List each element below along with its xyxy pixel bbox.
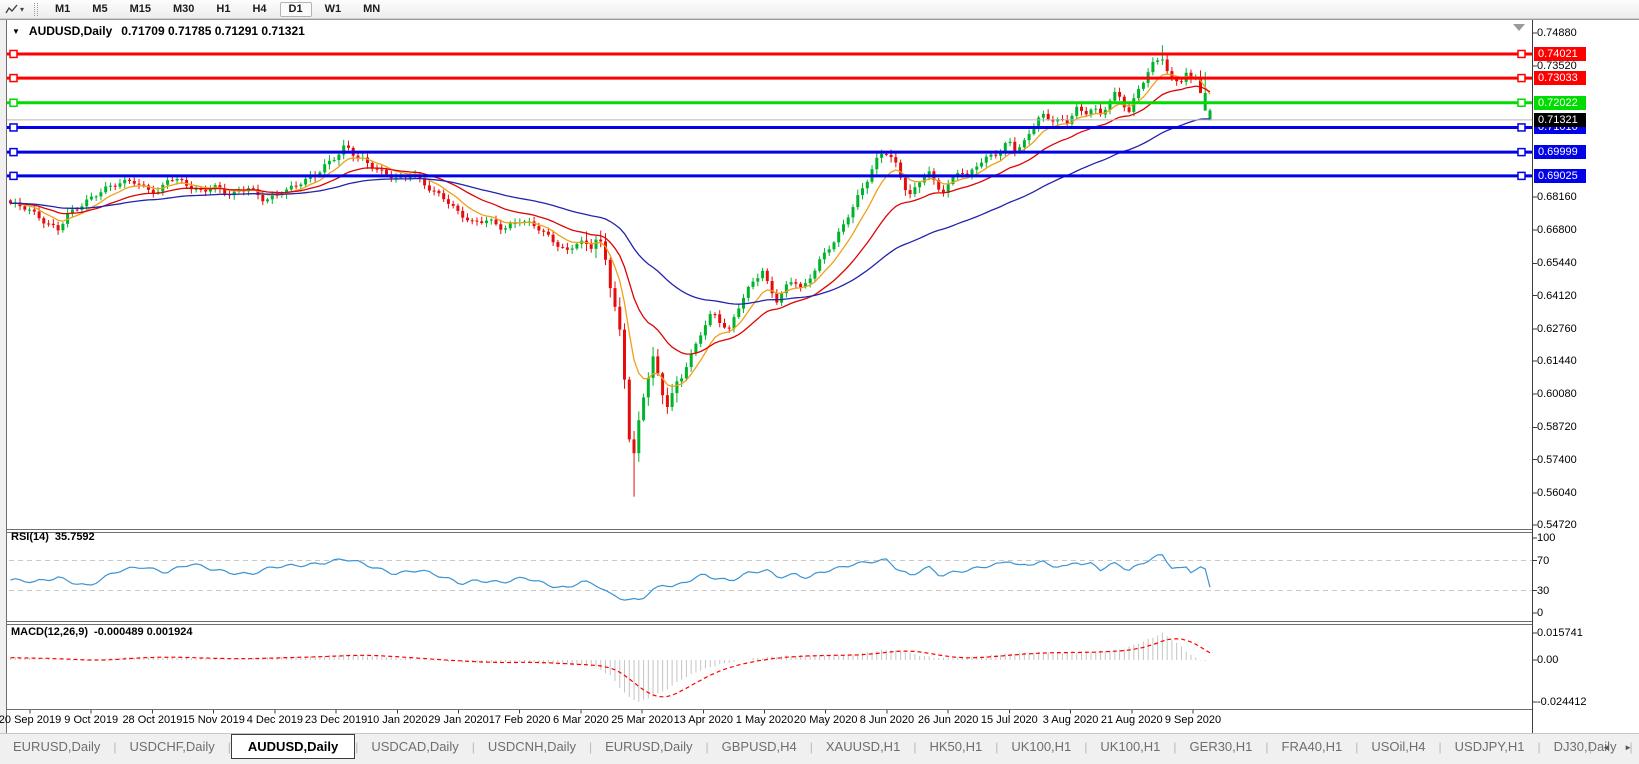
price-axis[interactable]: [1533, 21, 1639, 709]
tab-divider: |: [1589, 740, 1593, 754]
chart-tab[interactable]: EURUSD,Daily: [0, 735, 113, 759]
chart-tab[interactable]: USDJPY,H1: [1442, 735, 1538, 759]
toolbar-grip[interactable]: [34, 2, 39, 16]
chart-tab[interactable]: HK50,H1: [916, 735, 995, 759]
timeframe-button-m5[interactable]: M5: [83, 2, 116, 17]
tab-scroll-right-button[interactable]: ►: [1620, 741, 1636, 754]
chart-tab[interactable]: FRA40,H1: [1269, 735, 1356, 759]
chart-tab-active[interactable]: AUDUSD,Daily: [230, 733, 356, 759]
tab-scroll-left-button[interactable]: ◄: [1598, 741, 1614, 754]
timeframe-button-h1[interactable]: H1: [207, 2, 239, 17]
chart-tab[interactable]: USDCAD,Daily: [358, 735, 471, 759]
timeframe-button-h4[interactable]: H4: [243, 2, 275, 17]
chart-tab-bar: EURUSD,Daily | USDCHF,Daily | AUDUSD,Daily | U…: [0, 733, 1639, 760]
timeframe-button-m1[interactable]: M1: [46, 2, 79, 17]
chart-plot-area[interactable]: [7, 21, 1532, 709]
chart-tab[interactable]: UK100,H1: [998, 735, 1084, 759]
timeframe-button-mn[interactable]: MN: [354, 2, 389, 17]
chart-tools-icon[interactable]: [3, 2, 19, 17]
chart-tab[interactable]: GER30,H1: [1177, 735, 1266, 759]
timeframe-button-m30[interactable]: M30: [164, 2, 203, 17]
mt4-workspace: ▾ M1 M5 M15 M30 H1 H4 D1 W1 MN ▼ AUDUSD,Daily 0.…: [0, 0, 1639, 764]
chart-tab[interactable]: GBPUSD,H4: [709, 735, 810, 759]
chart-tab[interactable]: USDCNH,Daily: [475, 735, 589, 759]
timeframe-button-m15[interactable]: M15: [121, 2, 160, 17]
chart-tab[interactable]: EURUSD,Daily: [592, 735, 705, 759]
timeframe-button-d1[interactable]: D1: [279, 1, 312, 17]
time-axis[interactable]: [7, 710, 1532, 733]
timeframe-button-w1[interactable]: W1: [316, 2, 351, 17]
timeframe-toolbar: ▾ M1 M5 M15 M30 H1 H4 D1 W1 MN: [0, 0, 1639, 19]
chevron-down-icon[interactable]: ▾: [20, 2, 24, 17]
chart-tab[interactable]: UK100,H1: [1087, 735, 1173, 759]
chart-tab[interactable]: USDCHF,Daily: [117, 735, 228, 759]
chart-tab[interactable]: XAUUSD,H1: [813, 735, 913, 759]
chart-tab[interactable]: USOil,H4: [1358, 735, 1438, 759]
